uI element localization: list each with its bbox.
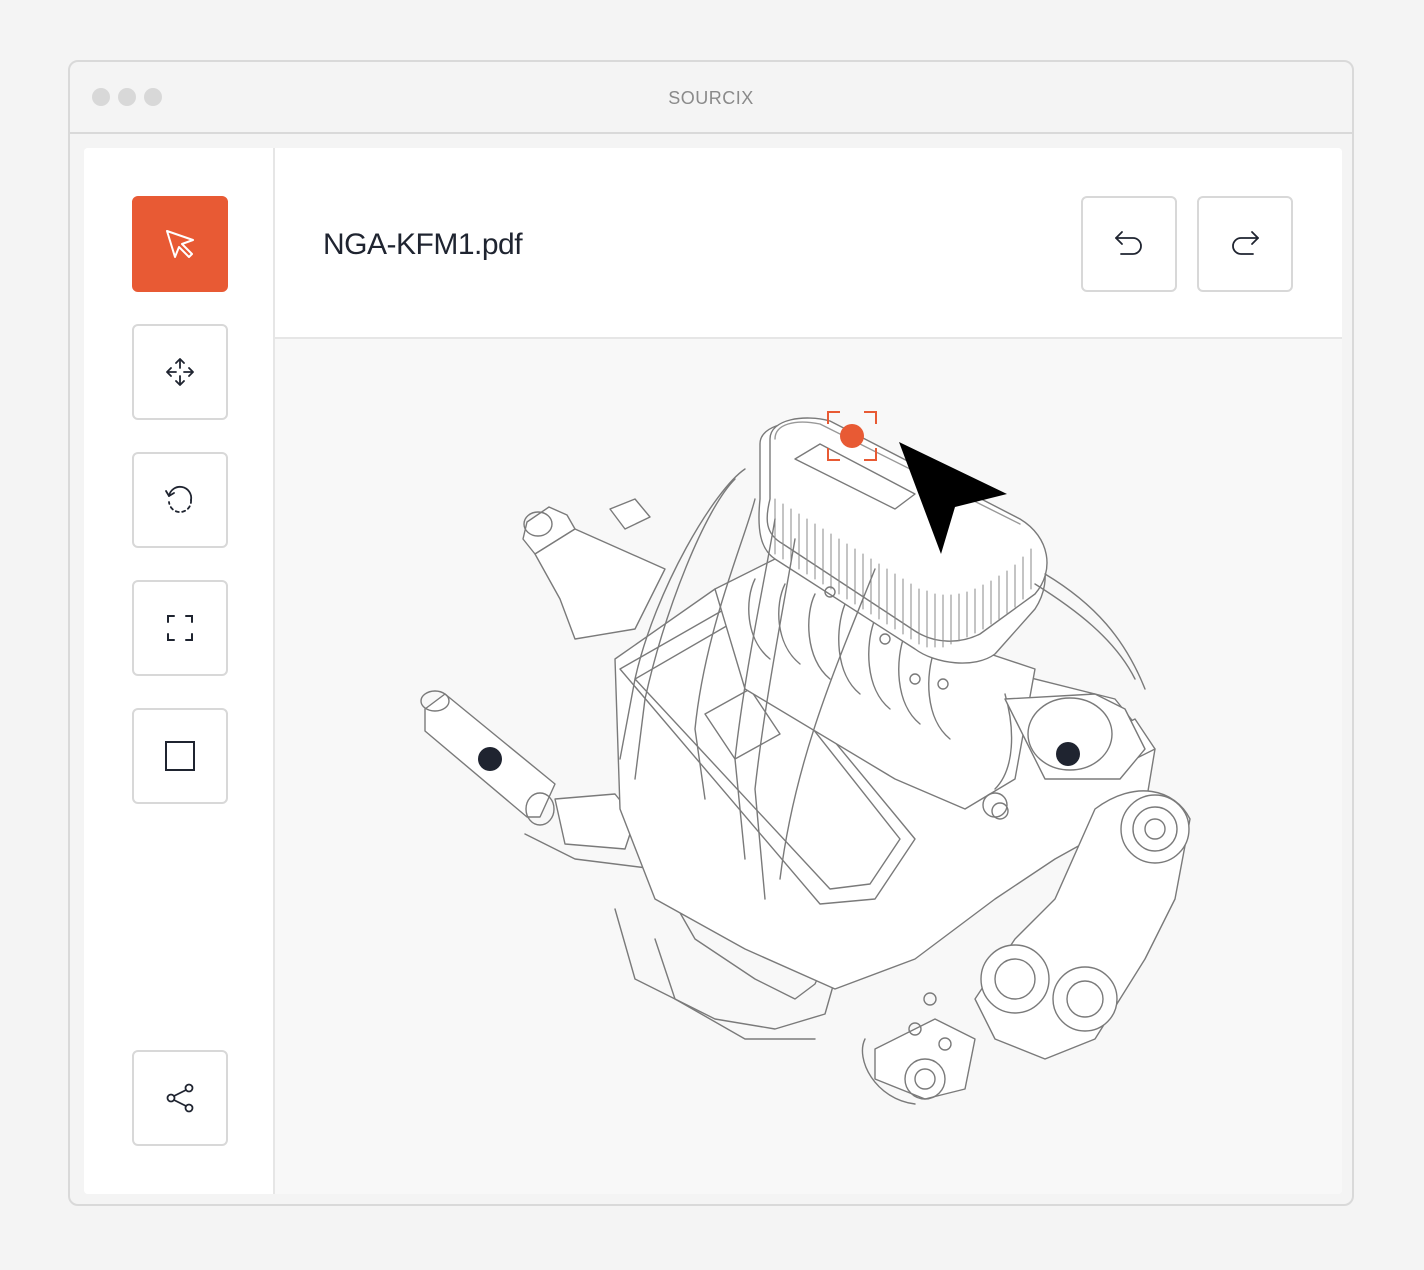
fit-view-tool-button[interactable]: [132, 580, 228, 676]
cursor-icon: [163, 227, 197, 261]
model-viewport[interactable]: [275, 339, 1342, 1194]
tool-sidebar: [84, 148, 275, 1194]
document-header: NGA-KFM1.pdf: [275, 148, 1342, 339]
redo-button[interactable]: [1197, 196, 1293, 292]
rotate-icon: [162, 482, 198, 518]
move-arrows-icon: [163, 355, 197, 389]
move-tool-button[interactable]: [132, 324, 228, 420]
hotspot-exhaust[interactable]: [478, 747, 502, 771]
engine-drawing[interactable]: [275, 339, 1342, 1194]
rotate-tool-button[interactable]: [132, 452, 228, 548]
app-panel: NGA-KFM1.pdf: [84, 148, 1342, 1194]
undo-button[interactable]: [1081, 196, 1177, 292]
undo-icon: [1111, 224, 1147, 265]
box-tool-button[interactable]: [132, 708, 228, 804]
share-button[interactable]: [132, 1050, 228, 1146]
hotspot-supercharger[interactable]: [1056, 742, 1080, 766]
select-tool-button[interactable]: [132, 196, 228, 292]
square-icon: [163, 739, 197, 773]
app-title: SOURCIX: [668, 88, 754, 108]
share-icon: [163, 1081, 197, 1115]
redo-icon: [1227, 224, 1263, 265]
window-titlebar: SOURCIX: [70, 62, 1352, 134]
file-name: NGA-KFM1.pdf: [323, 228, 523, 261]
main-area: NGA-KFM1.pdf: [275, 148, 1342, 1194]
frame-corners-icon: [163, 611, 197, 645]
app-window: SOURCIX NGA-KFM1.pdf: [68, 60, 1354, 1206]
